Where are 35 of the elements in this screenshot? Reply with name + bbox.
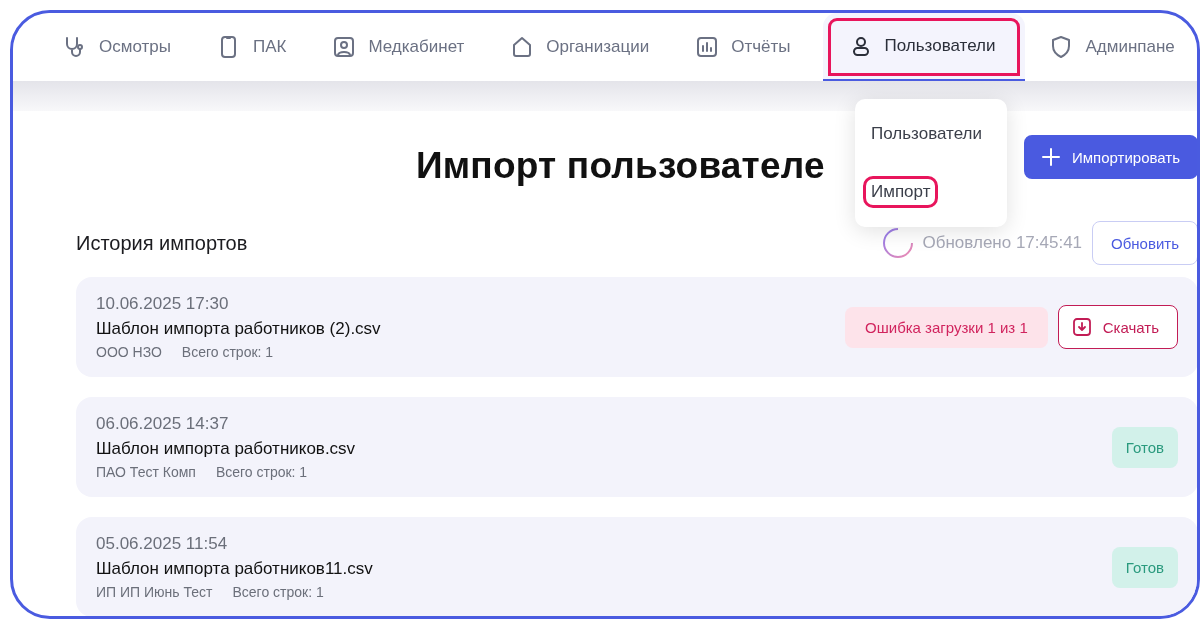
- organization-name: ИП ИП Июнь Тест: [96, 584, 213, 600]
- nav-tab[interactable]: Отчёты: [681, 13, 813, 81]
- import-date: 05.06.2025 11:54: [96, 534, 229, 554]
- spinner-icon: [882, 228, 913, 258]
- updated-time: Обновлено 17:45:41: [922, 233, 1083, 253]
- plus-icon: [1042, 148, 1060, 166]
- status-badge: Готов: [1111, 426, 1178, 468]
- organization-name: ООО НЗО: [96, 344, 162, 360]
- nav-tab[interactable]: ПАК: [202, 13, 309, 81]
- bar-chart-icon: [695, 35, 720, 59]
- refresh-button[interactable]: Обновить: [1092, 221, 1197, 265]
- file-name: Шаблон импорта работников.csv: [96, 439, 356, 459]
- row-count: Всего строк: 1: [215, 464, 308, 480]
- download-icon: [1072, 318, 1091, 336]
- portrait-icon: [332, 35, 357, 59]
- import-button[interactable]: Импортировать: [1024, 135, 1197, 179]
- nav-tab[interactable]: Медкабинет: [318, 13, 487, 81]
- section-title: История импортов: [76, 231, 248, 255]
- nav-tab[interactable]: Осмотры: [49, 13, 193, 81]
- row-count: Всего строк: 1: [181, 344, 274, 360]
- menu-item[interactable]: Пользователи: [863, 118, 990, 150]
- file-name: Шаблон импорта работников11.csv: [96, 559, 373, 579]
- nav-tab[interactable]: Организации: [496, 13, 672, 81]
- nav-tab[interactable]: Пользователи: [822, 13, 1026, 81]
- import-date: 06.06.2025 14:37: [96, 414, 230, 434]
- file-name: Шаблон импорта работников (2).csv: [96, 319, 381, 339]
- organization-name: ПАО Тест Комп: [96, 464, 196, 480]
- import-date: 10.06.2025 17:30: [96, 294, 230, 314]
- status-badge: Готов: [1111, 546, 1178, 588]
- page-title: Импорт пользователе: [416, 145, 825, 187]
- status-badge: Ошибка загрузки 1 из 1: [845, 306, 1048, 348]
- nav-tab[interactable]: Админпане: [1035, 13, 1197, 81]
- row-count: Всего строк: 1: [232, 584, 324, 600]
- download-button[interactable]: Скачать: [1057, 305, 1178, 349]
- menu-item[interactable]: Импорт: [863, 176, 939, 208]
